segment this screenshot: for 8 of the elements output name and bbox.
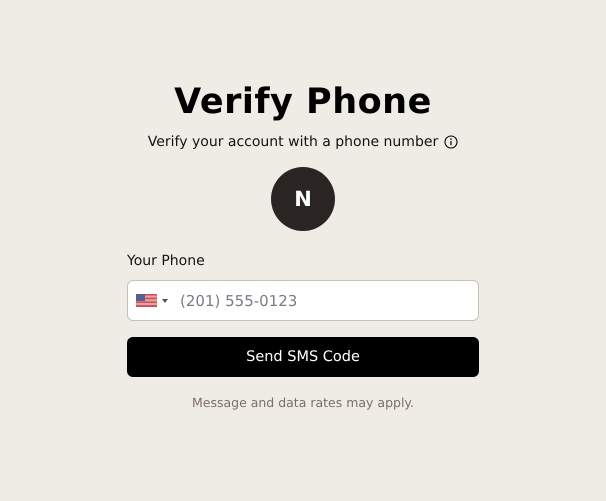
field-label: Your Phone <box>127 252 206 270</box>
avatar: N <box>271 167 335 231</box>
page-title: Verify Phone <box>174 81 432 124</box>
info-icon[interactable] <box>444 135 458 149</box>
subtitle: Verify your account with a phone number <box>148 134 438 150</box>
footnote: Message and data rates may apply. <box>190 395 416 410</box>
send-code-button[interactable]: Send SMS Code <box>127 337 479 377</box>
phone-field[interactable]: (201) 555-0123 <box>127 280 479 321</box>
